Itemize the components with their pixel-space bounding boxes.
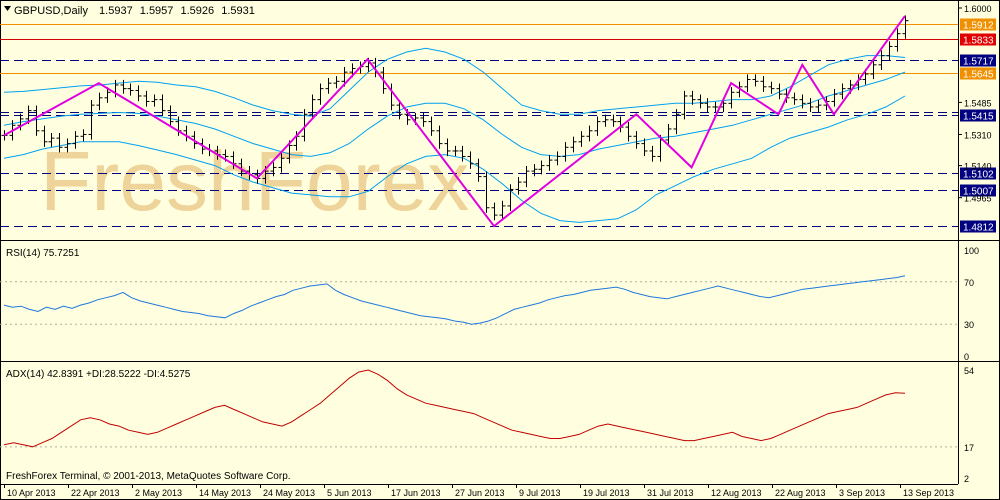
time-tick-label: 2 May 2013 (135, 488, 182, 498)
time-tick-label: 13 Sep 2013 (903, 488, 954, 498)
level-label-1.5717: 1.5717 (963, 57, 994, 68)
price-tick-label: 1.6000 (964, 4, 992, 14)
rsi-tick-label: 30 (964, 320, 974, 330)
ohlc-high: 1.5957 (140, 5, 174, 17)
trading-terminal: FreshForex 100 70 30 0 54 17 2 1.5912 1.5833 1.… (0, 0, 1000, 500)
price-tick-label: 1.5310 (964, 130, 992, 140)
ohlc-low: 1.5926 (180, 5, 214, 17)
level-label-1.5415: 1.5415 (963, 112, 994, 123)
price-scale: 1.59121.58331.57171.56451.54151.51021.50… (958, 4, 996, 234)
adx-tick-label: 2 (964, 474, 969, 484)
time-tick-label: 14 May 2013 (199, 488, 251, 498)
time-tick-label: 10 Apr 2013 (7, 488, 56, 498)
level-label-1.5645: 1.5645 (963, 70, 994, 81)
rsi-tick-label: 100 (964, 246, 979, 256)
time-tick-label: 19 Jul 2013 (583, 488, 630, 498)
watermark: FreshForex (40, 134, 469, 228)
ohlc-close: 1.5931 (221, 5, 255, 17)
time-tick-label: 5 Jun 2013 (327, 488, 372, 498)
ohlc-open: 1.5937 (99, 5, 133, 17)
time-tick-label: 31 Jul 2013 (647, 488, 694, 498)
time-tick-label: 17 Jun 2013 (391, 488, 441, 498)
level-label-1.4812: 1.4812 (963, 223, 994, 234)
price-tick-label: 1.4965 (964, 194, 992, 204)
timeframe: Daily (64, 5, 89, 17)
time-tick-label: 3 Sep 2013 (839, 488, 885, 498)
adx-title: ADX(14) 42.8391 +DI:28.5222 -DI:4.5275 (6, 369, 191, 380)
adx-tick-label: 54 (964, 366, 974, 376)
symbol-name: GBPUSD (14, 5, 61, 17)
rsi-title: RSI(14) 75.7251 (6, 248, 80, 259)
level-label-1.5833: 1.5833 (963, 36, 994, 47)
time-tick-label: 12 Aug 2013 (711, 488, 762, 498)
rsi-tick-label: 70 (964, 278, 974, 288)
chart-window: FreshForex 100 70 30 0 54 17 2 1.5912 1.5833 1.… (0, 0, 1000, 500)
time-tick-label: 9 Jul 2013 (519, 488, 561, 498)
price-tick-label: 1.5485 (964, 98, 992, 108)
time-tick-label: 22 Aug 2013 (775, 488, 826, 498)
adx-tick-label: 17 (964, 443, 974, 453)
time-tick-label: 27 Jun 2013 (455, 488, 505, 498)
copyright-footer: FreshForex Terminal, © 2001-2013, MetaQu… (6, 471, 291, 482)
time-tick-label: 24 May 2013 (263, 488, 315, 498)
price-tick-label: 1.5140 (964, 162, 992, 172)
rsi-tick-label: 0 (964, 352, 969, 362)
time-tick-label: 22 Apr 2013 (71, 488, 120, 498)
level-label-1.5912: 1.5912 (963, 21, 994, 32)
